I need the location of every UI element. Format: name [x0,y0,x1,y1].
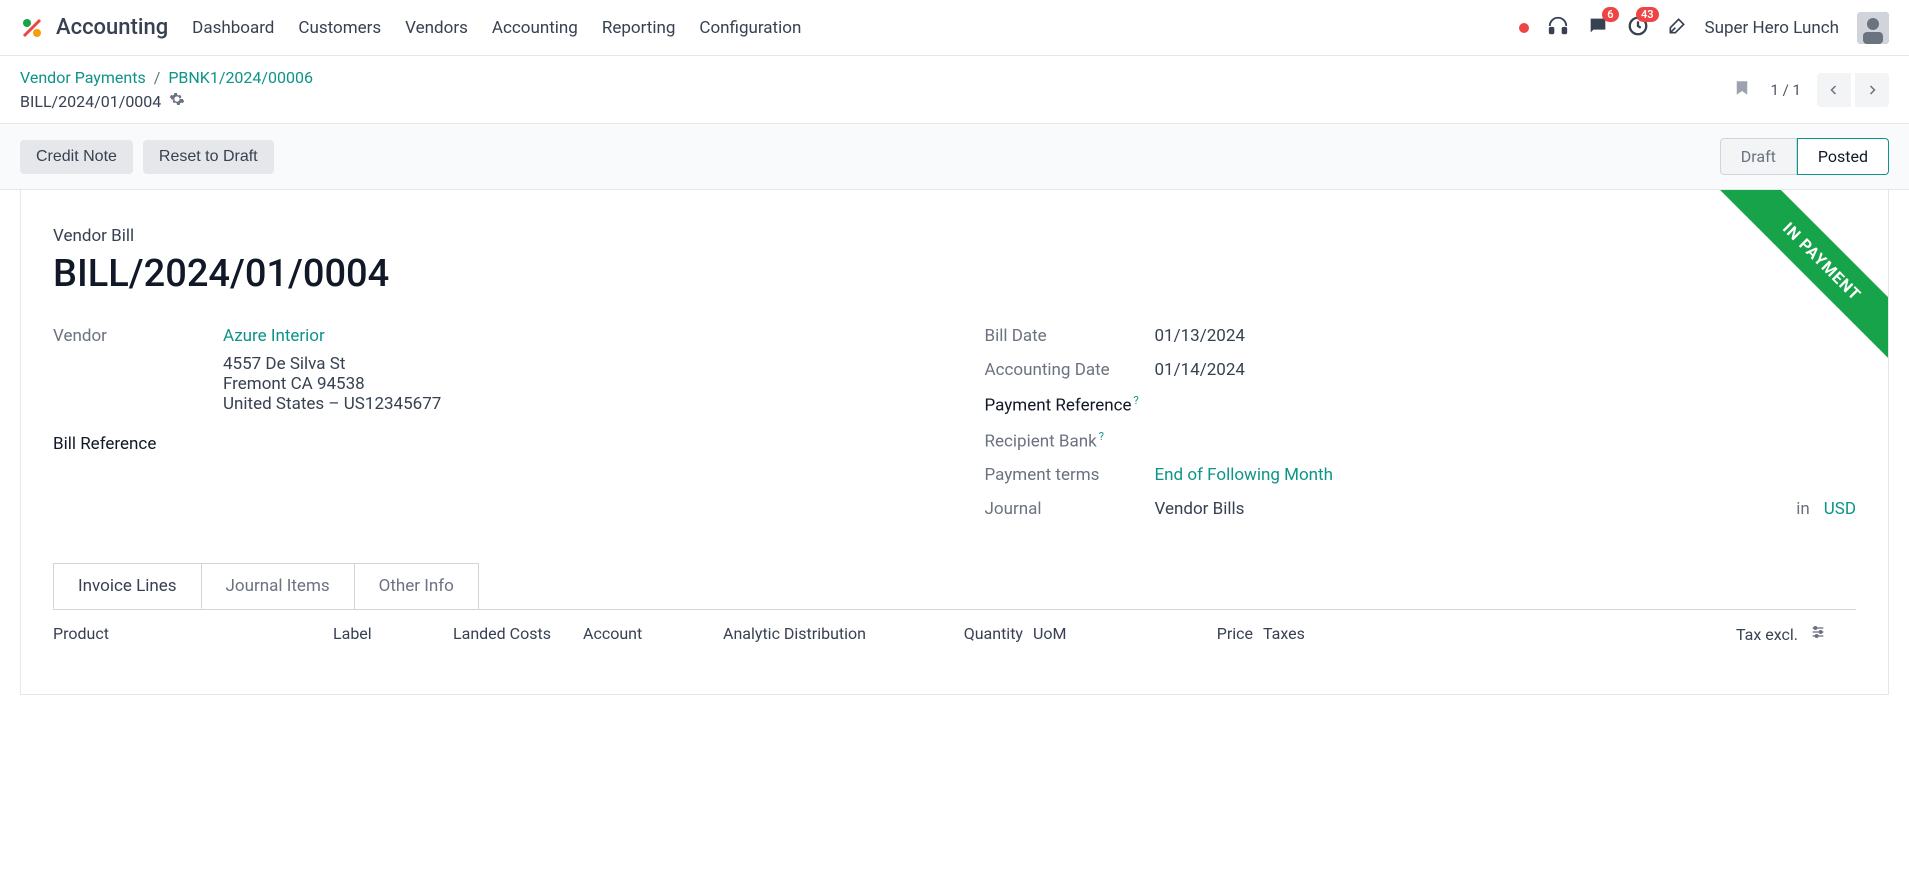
credit-note-button[interactable]: Credit Note [20,140,133,174]
pager-next-button[interactable] [1855,73,1889,107]
nav-dashboard[interactable]: Dashboard [192,18,274,38]
topnav-right: 6 43 Super Hero Lunch [1519,12,1889,44]
bill-form: IN PAYMENT Vendor Bill BILL/2024/01/0004… [20,190,1889,695]
col-tax-excl: Tax excl. [1353,624,1856,644]
col-price: Price [1123,624,1253,644]
status-bar: Draft Posted [1720,138,1889,175]
messages-badge: 6 [1602,7,1618,22]
col-taxes: Taxes [1253,624,1353,644]
nav-accounting[interactable]: Accounting [492,18,578,38]
help-icon[interactable]: ? [1134,394,1139,407]
tab-other-info[interactable]: Other Info [354,563,479,609]
recording-indicator-icon [1519,23,1529,33]
messages-icon[interactable]: 6 [1587,15,1609,41]
col-label: Label [333,624,453,644]
breadcrumb-vendor-payments[interactable]: Vendor Payments [20,68,146,87]
activities-badge: 43 [1636,7,1659,22]
col-quantity: Quantity [943,624,1023,644]
breadcrumb-payment[interactable]: PBNK1/2024/00006 [168,68,313,87]
tab-invoice-lines[interactable]: Invoice Lines [53,563,202,609]
breadcrumb-bar: Vendor Payments / PBNK1/2024/00006 BILL/… [0,56,1909,123]
col-uom: UoM [1023,624,1123,644]
nav-vendors[interactable]: Vendors [405,18,468,38]
vendor-link[interactable]: Azure Interior [223,326,325,346]
phone-icon[interactable] [1547,15,1569,41]
journal-label: Journal [985,499,1155,519]
action-bar: Credit Note Reset to Draft Draft Posted [0,123,1909,190]
help-icon[interactable]: ? [1099,430,1104,443]
reset-to-draft-button[interactable]: Reset to Draft [143,140,274,174]
col-account: Account [583,624,723,644]
vendor-address-line3: United States – US12345677 [223,394,925,414]
status-posted[interactable]: Posted [1797,138,1889,175]
accounting-date-value: 01/14/2024 [1155,360,1857,380]
tabs: Invoice Lines Journal Items Other Info [53,563,1856,609]
recipient-bank-label: Recipient Bank? [985,430,1155,452]
pager-count: 1 / 1 [1771,81,1802,99]
status-draft[interactable]: Draft [1720,138,1797,175]
currency-in-label: in [1796,499,1810,519]
payment-terms-value[interactable]: End of Following Month [1155,465,1333,485]
gear-icon[interactable] [169,91,185,111]
activities-icon[interactable]: 43 [1627,15,1649,41]
tab-journal-items[interactable]: Journal Items [201,563,355,609]
invoice-lines-header: Product Label Landed Costs Account Analy… [53,609,1856,658]
payment-terms-label: Payment terms [985,465,1155,485]
col-analytic: Analytic Distribution [723,624,943,644]
breadcrumb: Vendor Payments / PBNK1/2024/00006 [20,68,313,87]
accounting-date-label: Accounting Date [985,360,1155,380]
vendor-address-line1: 4557 De Silva St [223,354,925,374]
nav-configuration[interactable]: Configuration [699,18,801,38]
avatar[interactable] [1857,12,1889,44]
currency-value[interactable]: USD [1824,499,1856,519]
bill-reference-label: Bill Reference [53,434,223,454]
bill-date-label: Bill Date [985,326,1155,346]
nav-items: Dashboard Customers Vendors Accounting R… [192,18,801,38]
journal-value: Vendor Bills [1155,499,1783,519]
col-landed-costs: Landed Costs [453,624,583,644]
vendor-label: Vendor [53,326,223,346]
col-product: Product [53,624,333,644]
breadcrumb-separator: / [154,68,161,87]
document-name: BILL/2024/01/0004 [53,252,1856,296]
pager-prev-button[interactable] [1817,73,1851,107]
bookmark-icon[interactable] [1733,78,1751,102]
nav-customers[interactable]: Customers [298,18,381,38]
payment-reference-label: Payment Reference? [985,394,1155,416]
document-type: Vendor Bill [53,226,1856,246]
nav-reporting[interactable]: Reporting [602,18,676,38]
app-logo[interactable] [20,16,44,40]
top-nav: Accounting Dashboard Customers Vendors A… [0,0,1909,56]
app-name[interactable]: Accounting [56,15,168,40]
user-name[interactable]: Super Hero Lunch [1705,18,1839,38]
breadcrumb-current: BILL/2024/01/0004 [20,92,161,111]
vendor-address-line2: Fremont CA 94538 [223,374,925,394]
tools-icon[interactable] [1667,16,1687,40]
bill-date-value: 01/13/2024 [1155,326,1857,346]
column-settings-icon[interactable] [1810,625,1826,644]
